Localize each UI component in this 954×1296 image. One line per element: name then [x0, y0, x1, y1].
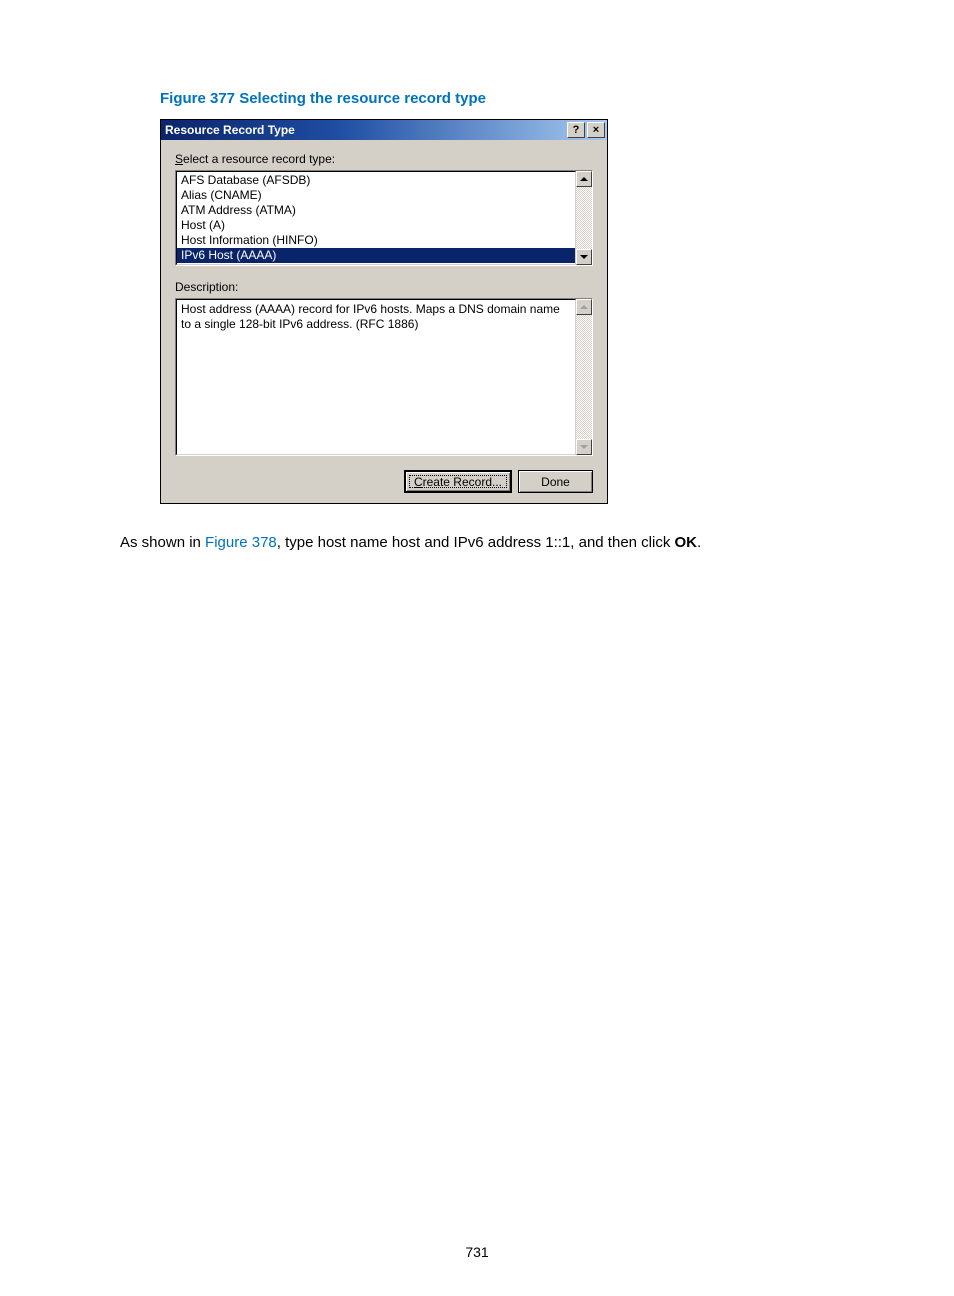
listbox-scrollbar[interactable] [576, 171, 592, 265]
scroll-down-button [576, 439, 592, 455]
help-button[interactable]: ? [567, 122, 585, 138]
record-type-listbox[interactable]: AFS Database (AFSDB)Alias (CNAME)ATM Add… [175, 170, 593, 266]
select-record-type-label: Select a resource record type: [175, 152, 593, 166]
description-label: Description: [175, 280, 593, 294]
scroll-track [576, 315, 592, 439]
list-item[interactable]: Host Information (HINFO) [177, 233, 575, 248]
dialog-title: Resource Record Type [165, 123, 295, 137]
create-record-button[interactable]: Create Record... [404, 470, 512, 493]
description-text: Host address (AAAA) record for IPv6 host… [176, 299, 576, 455]
scroll-track[interactable] [576, 187, 592, 249]
resource-record-type-dialog: Resource Record Type ? × Select a resour… [160, 119, 608, 504]
description-box: Host address (AAAA) record for IPv6 host… [175, 298, 593, 456]
list-item[interactable]: IPv6 Host (AAAA) [177, 248, 575, 263]
dialog-titlebar: Resource Record Type ? × [161, 120, 607, 140]
figure-caption: Figure 377 Selecting the resource record… [160, 90, 834, 107]
close-button[interactable]: × [587, 122, 605, 138]
scroll-down-button[interactable] [576, 249, 592, 265]
list-item[interactable]: Host (A) [177, 218, 575, 233]
figure-378-link[interactable]: Figure 378 [205, 534, 277, 551]
done-button[interactable]: Done [518, 470, 593, 493]
scroll-up-button[interactable] [576, 171, 592, 187]
page-number: 731 [0, 1244, 954, 1260]
scroll-up-button [576, 299, 592, 315]
list-item[interactable]: Alias (CNAME) [177, 188, 575, 203]
description-scrollbar [576, 299, 592, 455]
list-item[interactable]: ATM Address (ATMA) [177, 203, 575, 218]
body-paragraph: As shown in Figure 378, type host name h… [120, 532, 834, 553]
list-item[interactable]: AFS Database (AFSDB) [177, 173, 575, 188]
